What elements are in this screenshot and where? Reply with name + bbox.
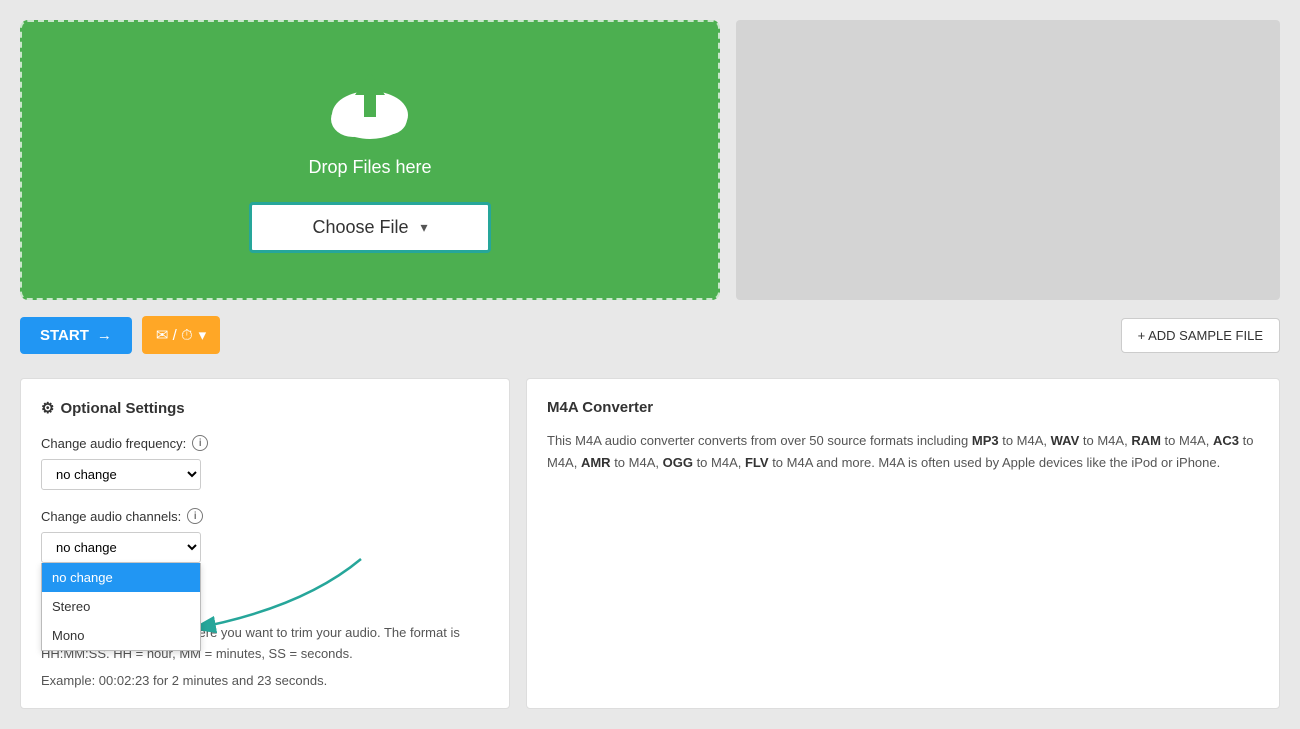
drop-files-text: Drop Files here bbox=[308, 157, 431, 178]
info-title: M4A Converter bbox=[547, 399, 1259, 416]
channels-dropdown-wrapper: no change Stereo Mono no change Stereo M… bbox=[41, 532, 201, 563]
add-sample-label: + ADD SAMPLE FILE bbox=[1138, 328, 1263, 343]
options-chevron-icon: ▾ bbox=[199, 326, 207, 344]
channels-option-nochange[interactable]: no change bbox=[42, 563, 200, 592]
info-description: This M4A audio converter converts from o… bbox=[547, 430, 1259, 474]
choose-file-button[interactable]: Choose File ▾ bbox=[249, 202, 490, 253]
frequency-label: Change audio frequency: i bbox=[41, 435, 489, 451]
start-arrow-icon: → bbox=[97, 327, 112, 344]
drop-zone[interactable]: Drop Files here Choose File ▾ bbox=[20, 20, 720, 300]
channels-option-mono[interactable]: Mono bbox=[42, 621, 200, 650]
optional-settings-panel: ⚙ Optional Settings Change audio frequen… bbox=[20, 378, 510, 709]
channels-dropdown-options: no change Stereo Mono bbox=[41, 563, 201, 651]
example-text: Example: 00:02:23 for 2 minutes and 23 s… bbox=[41, 673, 489, 688]
ram-text: RAM bbox=[1131, 433, 1161, 448]
ac3-text: AC3 bbox=[1213, 433, 1239, 448]
channels-select[interactable]: no change Stereo Mono bbox=[41, 532, 201, 563]
ogg-text: OGG bbox=[663, 455, 693, 470]
channels-info-icon[interactable]: i bbox=[187, 508, 203, 524]
frequency-info-icon[interactable]: i bbox=[192, 435, 208, 451]
add-sample-button[interactable]: + ADD SAMPLE FILE bbox=[1121, 318, 1280, 353]
amr-text: AMR bbox=[581, 455, 611, 470]
options-button[interactable]: ✉ / ⏱ ▾ bbox=[142, 316, 220, 354]
channels-label: Change audio channels: i bbox=[41, 508, 489, 524]
wav-text: WAV bbox=[1051, 433, 1080, 448]
chevron-down-icon: ▾ bbox=[421, 219, 428, 236]
frequency-select[interactable]: no change 8000 Hz 11025 Hz 22050 Hz 4410… bbox=[41, 459, 201, 490]
action-bar: START → ✉ / ⏱ ▾ + ADD SAMPLE FILE bbox=[20, 316, 1280, 354]
info-panel: M4A Converter This M4A audio converter c… bbox=[526, 378, 1280, 709]
frequency-group: Change audio frequency: i no change 8000… bbox=[41, 435, 489, 490]
choose-file-label: Choose File bbox=[312, 217, 408, 238]
preview-panel bbox=[736, 20, 1280, 300]
upload-cloud-icon bbox=[325, 67, 415, 145]
mp3-text: MP3 bbox=[972, 433, 999, 448]
gear-icon: ⚙ bbox=[41, 399, 54, 417]
email-timer-icon: ✉ / ⏱ bbox=[156, 326, 193, 344]
channels-group: Change audio channels: i no change Stere… bbox=[41, 508, 489, 563]
start-label: START bbox=[40, 327, 89, 344]
start-button[interactable]: START → bbox=[20, 317, 132, 354]
flv-text: FLV bbox=[745, 455, 769, 470]
channels-option-stereo[interactable]: Stereo bbox=[42, 592, 200, 621]
settings-title: ⚙ Optional Settings bbox=[41, 399, 489, 417]
